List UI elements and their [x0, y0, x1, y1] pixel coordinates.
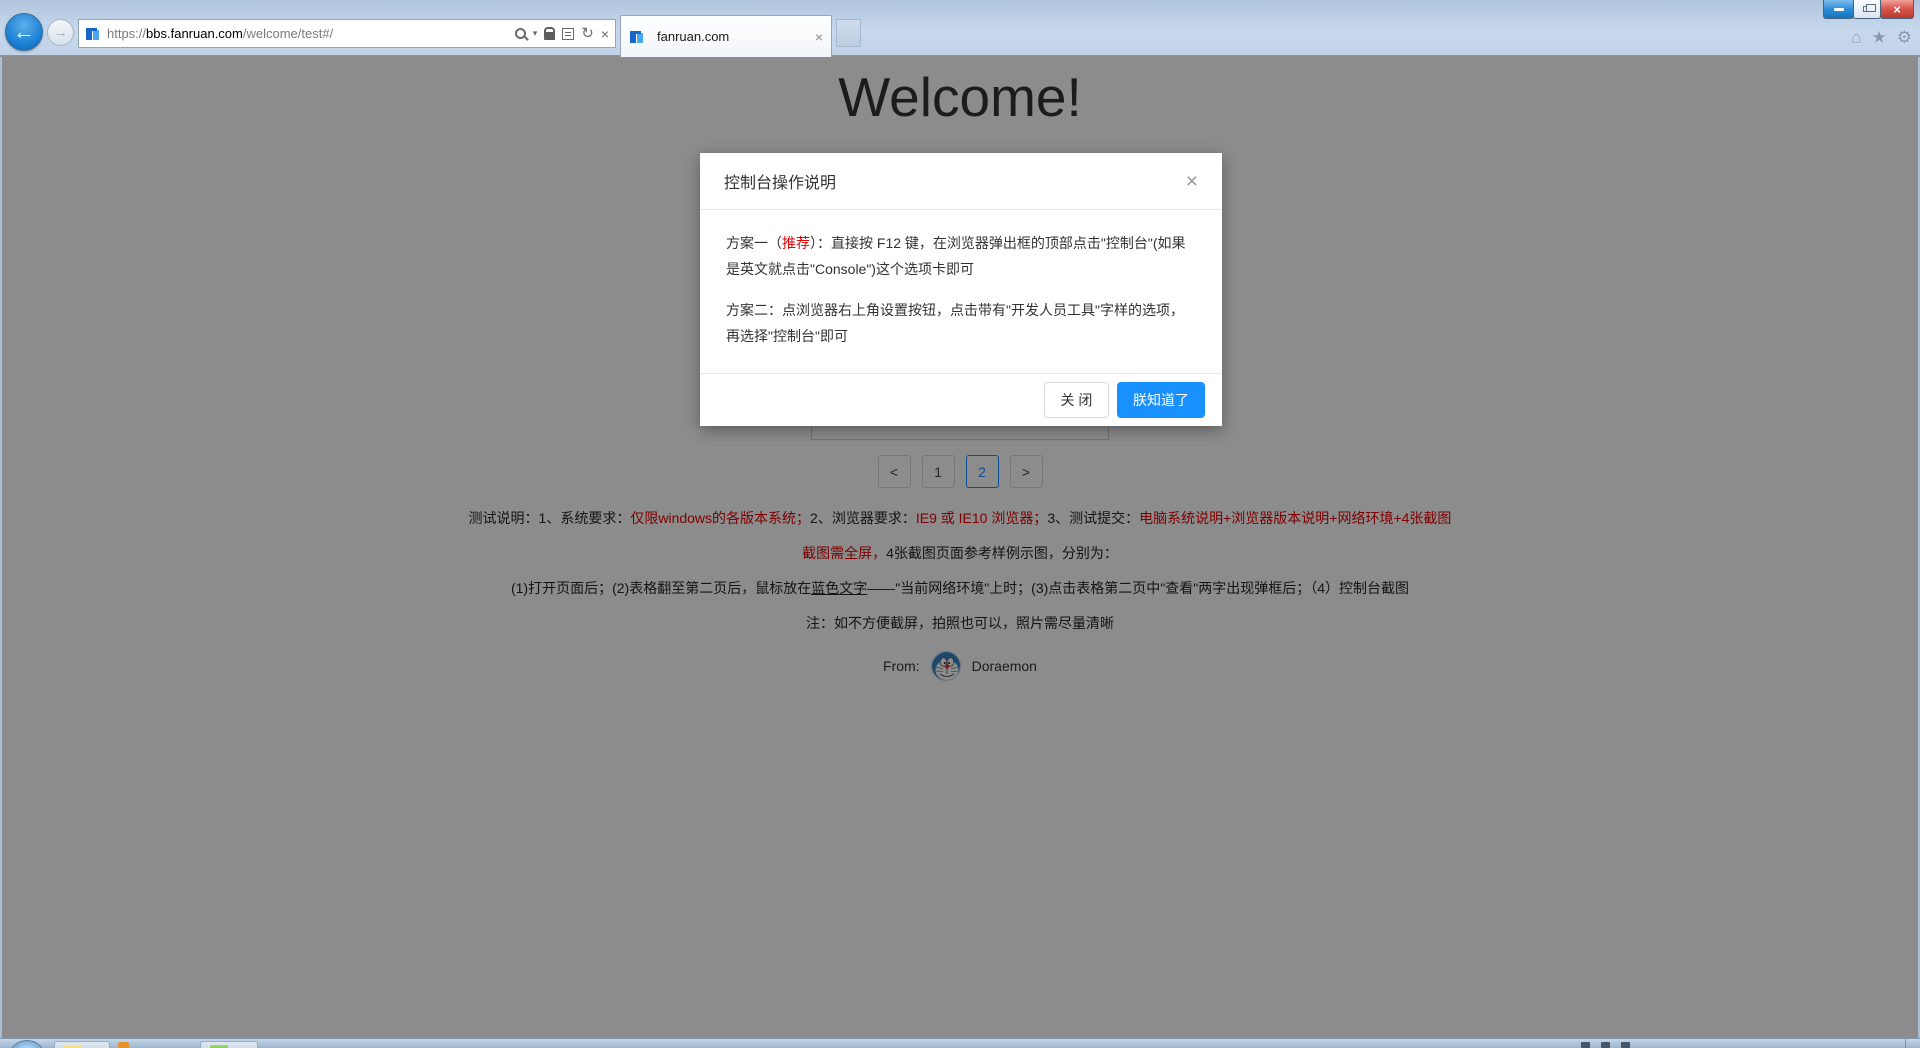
minimize-icon: [1833, 7, 1844, 11]
forward-arrow-icon: →: [53, 24, 68, 41]
tray-icon[interactable]: [1601, 1042, 1610, 1048]
taskbar-app-button[interactable]: [54, 1041, 110, 1048]
dialog-footer: 关 闭 朕知道了: [700, 373, 1222, 426]
window-close-button[interactable]: ×: [1880, 0, 1914, 19]
start-button[interactable]: [8, 1040, 46, 1048]
security-lock-icon[interactable]: [544, 26, 556, 40]
console-instructions-dialog: 控制台操作说明 × 方案一（推荐）：直接按 F12 键，在浏览器弹出框的顶部点击…: [700, 153, 1222, 426]
web-page: Welcome! < 1 2 > 测试说明：1、系统要求：仅限windows的各…: [0, 57, 1920, 1038]
tray-icon[interactable]: [1621, 1042, 1630, 1048]
search-dropdown-icon[interactable]: ▾: [533, 28, 538, 39]
addressbar-icons: ▾ ↻ ×: [514, 26, 609, 41]
tab-close-icon[interactable]: ×: [815, 29, 823, 45]
windows-taskbar[interactable]: [0, 1038, 1920, 1048]
dialog-body: 方案一（推荐）：直接按 F12 键，在浏览器弹出框的顶部点击"控制台"(如果是英…: [700, 210, 1222, 349]
url-path: /welcome/test#/: [242, 26, 334, 41]
favorites-star-icon[interactable]: ★: [1872, 28, 1887, 48]
url-scheme: https://: [107, 26, 147, 41]
dialog-paragraph-2: 方案二：点浏览器右上角设置按钮，点击带有"开发人员工具"字样的选项，再选择"控制…: [726, 302, 1184, 344]
tab-title: fanruan.com: [657, 29, 730, 44]
dialog-text: 方案一（: [726, 235, 782, 251]
window-close-icon: ×: [1893, 1, 1901, 17]
refresh-icon[interactable]: ↻: [581, 26, 594, 41]
browser-tab[interactable]: fanruan.com ×: [620, 15, 832, 57]
new-tab-button[interactable]: [836, 19, 861, 47]
fanruan-favicon: [86, 27, 99, 40]
show-desktop-divider: [1905, 1039, 1906, 1048]
stop-icon[interactable]: ×: [601, 27, 609, 41]
taskbar-orange-icon[interactable]: [118, 1042, 129, 1048]
restore-icon: [1863, 4, 1876, 12]
dialog-close-icon[interactable]: ×: [1186, 171, 1198, 192]
taskbar-app-button-2[interactable]: [200, 1041, 258, 1048]
browser-chrome: ← → https://bbs.fanruan.com/welcome/test…: [0, 0, 1920, 57]
dialog-paragraph-1: 方案一（推荐）：直接按 F12 键，在浏览器弹出框的顶部点击"控制台"(如果是英…: [726, 230, 1196, 282]
search-icon[interactable]: [514, 28, 526, 39]
dialog-close-button[interactable]: 关 闭: [1044, 382, 1109, 418]
home-icon[interactable]: ⌂: [1851, 28, 1861, 48]
tools-gear-icon[interactable]: ⚙: [1897, 28, 1912, 48]
back-button[interactable]: ←: [5, 13, 43, 51]
browser-toolbar: ⌂ ★ ⚙: [1851, 28, 1912, 48]
back-arrow-icon: ←: [13, 19, 35, 44]
window-controls: ×: [1823, 0, 1914, 19]
url-host: bbs.fanruan.com: [146, 26, 243, 41]
dialog-header: 控制台操作说明 ×: [700, 153, 1222, 210]
tray-icon[interactable]: [1581, 1042, 1590, 1048]
url-text: https://bbs.fanruan.com/welcome/test#/: [107, 26, 333, 41]
dialog-text-red: 推荐: [782, 235, 810, 251]
minimize-button[interactable]: [1823, 0, 1854, 19]
forward-button[interactable]: →: [47, 19, 74, 46]
tab-favicon: [630, 30, 643, 43]
desktop: ← → https://bbs.fanruan.com/welcome/test…: [0, 0, 1920, 1048]
dialog-title: 控制台操作说明: [724, 175, 837, 192]
address-bar[interactable]: https://bbs.fanruan.com/welcome/test#/ ▾…: [78, 19, 616, 48]
restore-button[interactable]: [1853, 0, 1881, 19]
compatibility-view-icon[interactable]: [562, 27, 575, 40]
dialog-ok-button[interactable]: 朕知道了: [1117, 382, 1205, 418]
